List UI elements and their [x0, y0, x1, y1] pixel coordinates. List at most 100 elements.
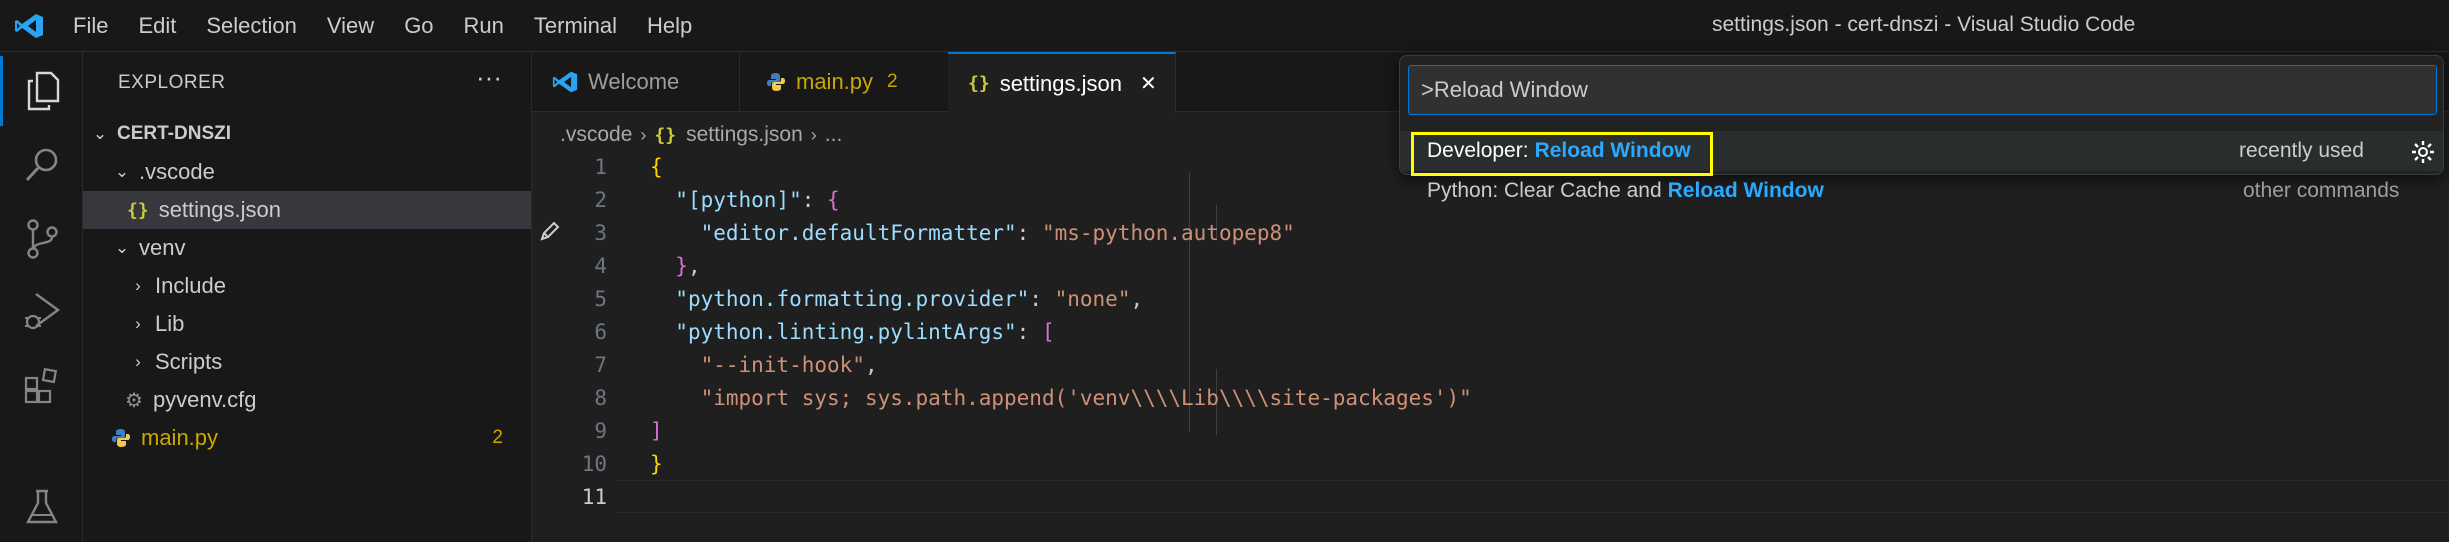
tab-welcome[interactable]: Welcome	[532, 52, 740, 112]
chevron-right-icon: ›	[810, 124, 817, 145]
window-title: settings.json - cert-dnszi - Visual Stud…	[1712, 13, 2136, 36]
vscode-logo-icon	[552, 71, 578, 93]
line-code: }	[650, 451, 663, 476]
breadcrumb-folder[interactable]: .vscode	[560, 123, 632, 147]
file-label: settings.json	[158, 197, 281, 222]
menu-view[interactable]: View	[327, 13, 374, 39]
line-code: },	[675, 253, 701, 278]
menu-selection[interactable]: Selection	[206, 13, 297, 39]
activity-source-control[interactable]	[0, 204, 83, 274]
chevron-down-icon: ⌄	[92, 124, 108, 143]
line-code: "import sys; sys.path.append('venv\\\\Li…	[700, 385, 1472, 410]
tree-item-include[interactable]: › Include	[83, 267, 531, 305]
line-number: 10	[581, 451, 607, 476]
line-number: 7	[594, 352, 607, 377]
folder-label: .vscode	[139, 159, 215, 184]
line-number: 3	[594, 220, 607, 245]
tree-item-vscode[interactable]: ⌄ .vscode	[83, 153, 531, 191]
folder-label: Scripts	[155, 349, 223, 374]
menu-help[interactable]: Help	[647, 13, 692, 39]
activity-bar	[0, 52, 83, 542]
command-meta: other commands	[2243, 179, 2400, 202]
tree-root-folder[interactable]: ⌄ CERT-DNSZI	[83, 115, 531, 153]
tree-item-lib[interactable]: › Lib	[83, 305, 531, 343]
code-line: 8 "import sys; sys.path.append('venv\\\\…	[532, 381, 2449, 414]
vscode-logo-icon[interactable]	[14, 13, 44, 39]
line-number: 4	[594, 253, 607, 278]
testing-icon	[25, 489, 58, 524]
tab-label: Welcome	[588, 69, 680, 94]
close-icon[interactable]: ✕	[1140, 71, 1157, 96]
chevron-down-icon: ⌄	[114, 162, 130, 181]
file-label: pyvenv.cfg	[152, 387, 257, 412]
line-code: "python.formatting.provider": "none",	[675, 286, 1144, 311]
folder-label: Lib	[155, 311, 185, 336]
line-number: 11	[581, 484, 607, 509]
breadcrumb-file[interactable]: settings.json	[686, 123, 803, 147]
line-code: "editor.defaultFormatter": "ms-python.au…	[700, 220, 1295, 245]
menu-bar: File Edit Selection View Go Run Terminal…	[73, 0, 722, 52]
menu-go[interactable]: Go	[404, 13, 433, 39]
search-icon	[25, 148, 57, 182]
tree-item-venv[interactable]: ⌄ venv	[83, 229, 531, 267]
tree-item-main-py[interactable]: main.py 2	[83, 419, 531, 457]
run-debug-icon	[24, 293, 60, 330]
tree-item-scripts[interactable]: › Scripts	[83, 343, 531, 381]
python-file-icon	[112, 429, 130, 447]
menu-terminal[interactable]: Terminal	[534, 13, 617, 39]
tree-item-settings-json[interactable]: {} settings.json	[83, 191, 531, 229]
line-code: "[python]": {	[675, 187, 840, 212]
problems-count-badge: 2	[492, 427, 503, 448]
command-match: Reload Window	[1667, 179, 1824, 202]
chevron-right-icon: ›	[640, 124, 647, 145]
chevron-down-icon: ⌄	[114, 238, 130, 257]
explorer-sidebar: EXPLORER ··· ⌄ CERT-DNSZI ⌄ .vscode {} s…	[83, 52, 532, 542]
chevron-right-icon: ›	[135, 314, 141, 333]
code-line: 5 "python.formatting.provider": "none",	[532, 282, 2449, 315]
folder-label: venv	[139, 235, 186, 260]
code-line: 3 "editor.defaultFormatter": "ms-python.…	[532, 216, 2449, 249]
line-number: 1	[594, 154, 607, 179]
line-number: 5	[594, 286, 607, 311]
gear-icon[interactable]	[2410, 139, 2436, 165]
line-code: "python.linting.pylintArgs": [	[675, 319, 1055, 344]
line-code: "--init-hook",	[700, 352, 878, 377]
explorer-icon	[27, 71, 60, 111]
highlight-annotation-box	[1411, 132, 1713, 176]
more-actions-icon[interactable]: ···	[476, 62, 502, 93]
breadcrumb-more[interactable]: ...	[825, 123, 843, 147]
json-file-icon: {}	[127, 199, 149, 221]
activity-run-debug[interactable]	[0, 277, 83, 347]
source-control-icon	[26, 219, 58, 259]
code-line: 9 ]	[532, 414, 2449, 447]
activity-explorer[interactable]	[0, 56, 83, 126]
activity-extensions[interactable]	[0, 350, 83, 420]
code-line: 6 "python.linting.pylintArgs": [	[532, 315, 2449, 348]
command-item-clear-cache-reload[interactable]: Python: Clear Cache and Reload Window ot…	[1400, 171, 2443, 211]
command-prefix: Python: Clear Cache and	[1427, 179, 1662, 202]
root-folder-label: CERT-DNSZI	[117, 123, 231, 144]
python-file-icon	[767, 73, 785, 91]
tab-label: settings.json	[999, 70, 1122, 96]
title-bar: File Edit Selection View Go Run Terminal…	[0, 0, 2449, 52]
problems-count-badge: 2	[887, 71, 898, 92]
menu-edit[interactable]: Edit	[138, 13, 176, 39]
file-label: main.py	[141, 425, 219, 450]
line-number: 9	[594, 418, 607, 443]
command-palette-input[interactable]	[1408, 65, 2437, 115]
line-number: 8	[594, 385, 607, 410]
breadcrumb: .vscode › {} settings.json › ...	[560, 120, 842, 150]
menu-run[interactable]: Run	[464, 13, 504, 39]
tab-settings-json[interactable]: {} settings.json ✕	[948, 52, 1176, 113]
activity-testing[interactable]	[0, 472, 83, 542]
json-file-icon: {}	[654, 124, 677, 146]
menu-file[interactable]: File	[73, 13, 108, 39]
line-code: ]	[650, 418, 663, 443]
json-file-icon: {}	[968, 73, 990, 94]
code-line: 4 },	[532, 249, 2449, 282]
tree-item-pyvenv[interactable]: ⚙ pyvenv.cfg	[83, 381, 531, 419]
tab-main-py-content: main.py 2	[766, 52, 898, 112]
line-code: {	[650, 154, 663, 179]
code-line: 7 "--init-hook",	[532, 348, 2449, 381]
activity-search[interactable]	[0, 130, 83, 200]
